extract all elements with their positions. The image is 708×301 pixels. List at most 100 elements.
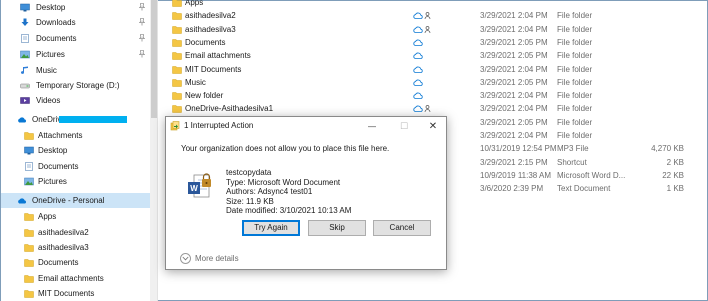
file-date-modified: 3/29/2021 2:05 PM (480, 51, 548, 61)
sidebar-item[interactable]: OneDrive - Personal (1, 193, 157, 208)
nav-scrollbar-thumb[interactable] (151, 0, 157, 118)
file-row[interactable]: asithadesilva3 3/29/2021 2:04 PM File fold… (160, 23, 708, 36)
word-document-locked-icon: W (188, 173, 211, 198)
file-type: Type: Microsoft Word Document (226, 177, 341, 187)
folder-icon (24, 243, 34, 252)
sidebar-item-label: Pictures (38, 177, 67, 186)
sidebar-item-label: Temporary Storage (D:) (36, 81, 120, 90)
dialog-titlebar[interactable]: 1 Interrupted Action — ☐ ✕ (166, 117, 446, 135)
file-type: File folder (557, 24, 593, 34)
cloud-status-icon (413, 78, 435, 87)
music-icon (20, 66, 30, 75)
file-name: MIT Documents (185, 64, 242, 74)
file-row[interactable]: asithadesilva2 3/29/2021 2:04 PM File fold… (160, 9, 708, 22)
sidebar-item[interactable]: Pictures (1, 47, 157, 62)
folder-icon (172, 104, 183, 114)
sidebar-item[interactable]: asithadesilva2 (1, 225, 157, 240)
file-type: File folder (557, 77, 593, 87)
folder-icon (24, 131, 34, 140)
sidebar-item[interactable]: Desktop (1, 0, 157, 15)
sidebar-item[interactable]: Documents (1, 255, 157, 270)
file-date-modified: 10/31/2019 12:54 PM (480, 144, 557, 154)
cancel-button[interactable]: Cancel (373, 220, 431, 236)
file-row[interactable]: New folder 3/29/2021 2:04 PM File folder (160, 89, 708, 102)
drive-icon (20, 81, 30, 90)
file-type: File folder (557, 64, 593, 74)
pin-icon (139, 50, 145, 58)
sidebar-item[interactable]: Apps (1, 209, 157, 224)
more-details-toggle[interactable]: More details (180, 253, 239, 264)
sidebar-item[interactable]: asithadesilva3 (1, 240, 157, 255)
sidebar-item[interactable]: Documents (1, 31, 157, 46)
file-date-modified: 3/29/2021 2:04 PM (480, 91, 548, 101)
cloud-shared-status-icon (413, 104, 435, 113)
file-row[interactable]: Email attachments 3/29/2021 2:05 PM File f… (160, 49, 708, 62)
cloud-status-icon (413, 38, 435, 47)
file-name: Apps (185, 0, 204, 7)
navigation-pane[interactable]: Desktop Downloads Documents Pictures Music Te… (1, 0, 158, 301)
file-size: 22 KB (662, 170, 684, 180)
documents-icon (20, 34, 30, 43)
folder-icon (24, 258, 34, 267)
file-date-modified: 3/29/2021 2:15 PM (480, 157, 548, 167)
file-row[interactable]: Apps (160, 0, 708, 9)
sidebar-item-label: Pictures (36, 50, 65, 59)
sidebar-item[interactable]: MIT Documents (1, 286, 157, 301)
file-date-modified: 3/29/2021 2:04 PM (480, 11, 548, 21)
sidebar-item-label: asithadesilva3 (38, 243, 89, 252)
folder-icon (172, 0, 183, 7)
file-row[interactable]: MIT Documents 3/29/2021 2:04 PM File folde… (160, 63, 708, 76)
desktop-icon (20, 3, 30, 12)
sidebar-item[interactable]: Temporary Storage (D:) (1, 78, 157, 93)
minimize-button[interactable]: — (362, 118, 382, 134)
pictures-icon (20, 50, 30, 59)
pin-icon (139, 34, 145, 42)
sidebar-item-label: Attachments (38, 131, 83, 140)
try-again-button[interactable]: Try Again (242, 220, 300, 236)
file-row[interactable]: Documents 3/29/2021 2:05 PM File folder (160, 36, 708, 49)
file-type: File folder (557, 11, 593, 21)
sidebar-item[interactable]: Videos (1, 93, 157, 108)
sidebar-item[interactable]: Downloads (1, 15, 157, 30)
cloud-shared-status-icon (413, 25, 435, 34)
file-row[interactable]: Music 3/29/2021 2:05 PM File folder (160, 76, 708, 89)
file-row[interactable]: OneDrive-Asithadesilva1 3/29/2021 2:04 PM… (160, 102, 708, 115)
sidebar-item[interactable]: Documents (1, 159, 157, 174)
sidebar-item[interactable]: Attachments (1, 128, 157, 143)
maximize-button: ☐ (394, 118, 414, 134)
more-details-label: More details (195, 254, 239, 263)
chevron-down-icon (180, 253, 191, 264)
file-date-modified: 3/29/2021 2:04 PM (480, 104, 548, 114)
file-details: testcopydata Type: Microsoft Word Docume… (226, 168, 351, 216)
file-date-modified: 3/6/2020 2:39 PM (480, 184, 544, 194)
sidebar-item-label: Downloads (36, 18, 76, 27)
sidebar-item-label: MIT Documents (38, 289, 95, 298)
cloud-status-icon (413, 51, 435, 60)
sidebar-item-label: Apps (38, 212, 57, 221)
close-button[interactable]: ✕ (423, 118, 443, 134)
file-type: File folder (557, 104, 593, 114)
file-name: asithadesilva3 (185, 24, 236, 34)
skip-button[interactable]: Skip (308, 220, 366, 236)
file-type: Microsoft Word D... (557, 170, 626, 180)
file-size: 4,270 KB (651, 144, 684, 154)
file-size: 2 KB (666, 157, 684, 167)
onedrive-cloud-icon (17, 196, 27, 205)
folder-icon (172, 25, 183, 34)
sidebar-item-label: asithadesilva2 (38, 228, 89, 237)
sidebar-item[interactable]: Desktop (1, 143, 157, 158)
maximize-icon: ☐ (399, 120, 409, 131)
file-type: File folder (557, 51, 593, 61)
sidebar-item[interactable]: Music (1, 63, 157, 78)
copy-progress-icon (170, 121, 180, 131)
nav-scrollbar[interactable] (150, 0, 157, 301)
folder-icon (172, 51, 183, 60)
file-date-modified: 3/29/2021 2:05 PM (480, 77, 548, 87)
file-date-modified: 3/29/2021 2:04 PM (480, 64, 548, 74)
file-size: 1 KB (666, 184, 684, 194)
sidebar-item[interactable]: Email attachments (1, 271, 157, 286)
sidebar-item-label: OneDrive - Personal (32, 196, 105, 205)
file-name: testcopydata (226, 168, 272, 177)
folder-icon (24, 274, 34, 283)
sidebar-item[interactable]: Pictures (1, 174, 157, 189)
